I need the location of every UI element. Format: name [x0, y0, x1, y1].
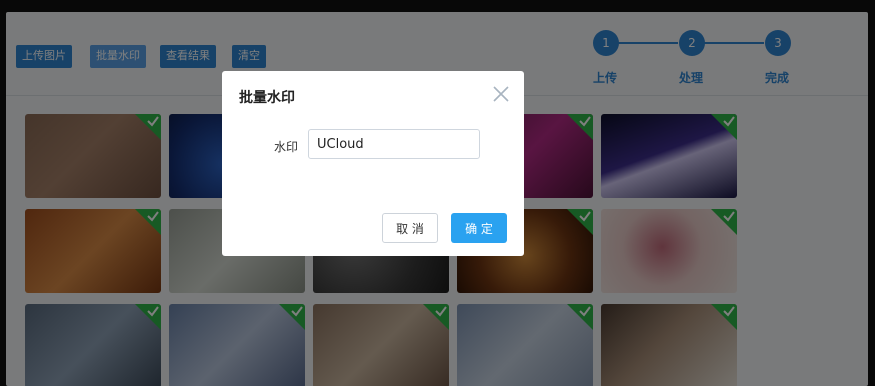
close-icon[interactable]: [492, 85, 510, 103]
batch-watermark-dialog: 批量水印 水印 取 消 确 定: [222, 71, 524, 256]
watermark-label: 水印: [274, 140, 299, 154]
confirm-button[interactable]: 确 定: [451, 213, 507, 243]
dialog-title: 批量水印: [239, 90, 295, 106]
watermark-input[interactable]: [308, 129, 480, 159]
cancel-button[interactable]: 取 消: [382, 213, 438, 243]
